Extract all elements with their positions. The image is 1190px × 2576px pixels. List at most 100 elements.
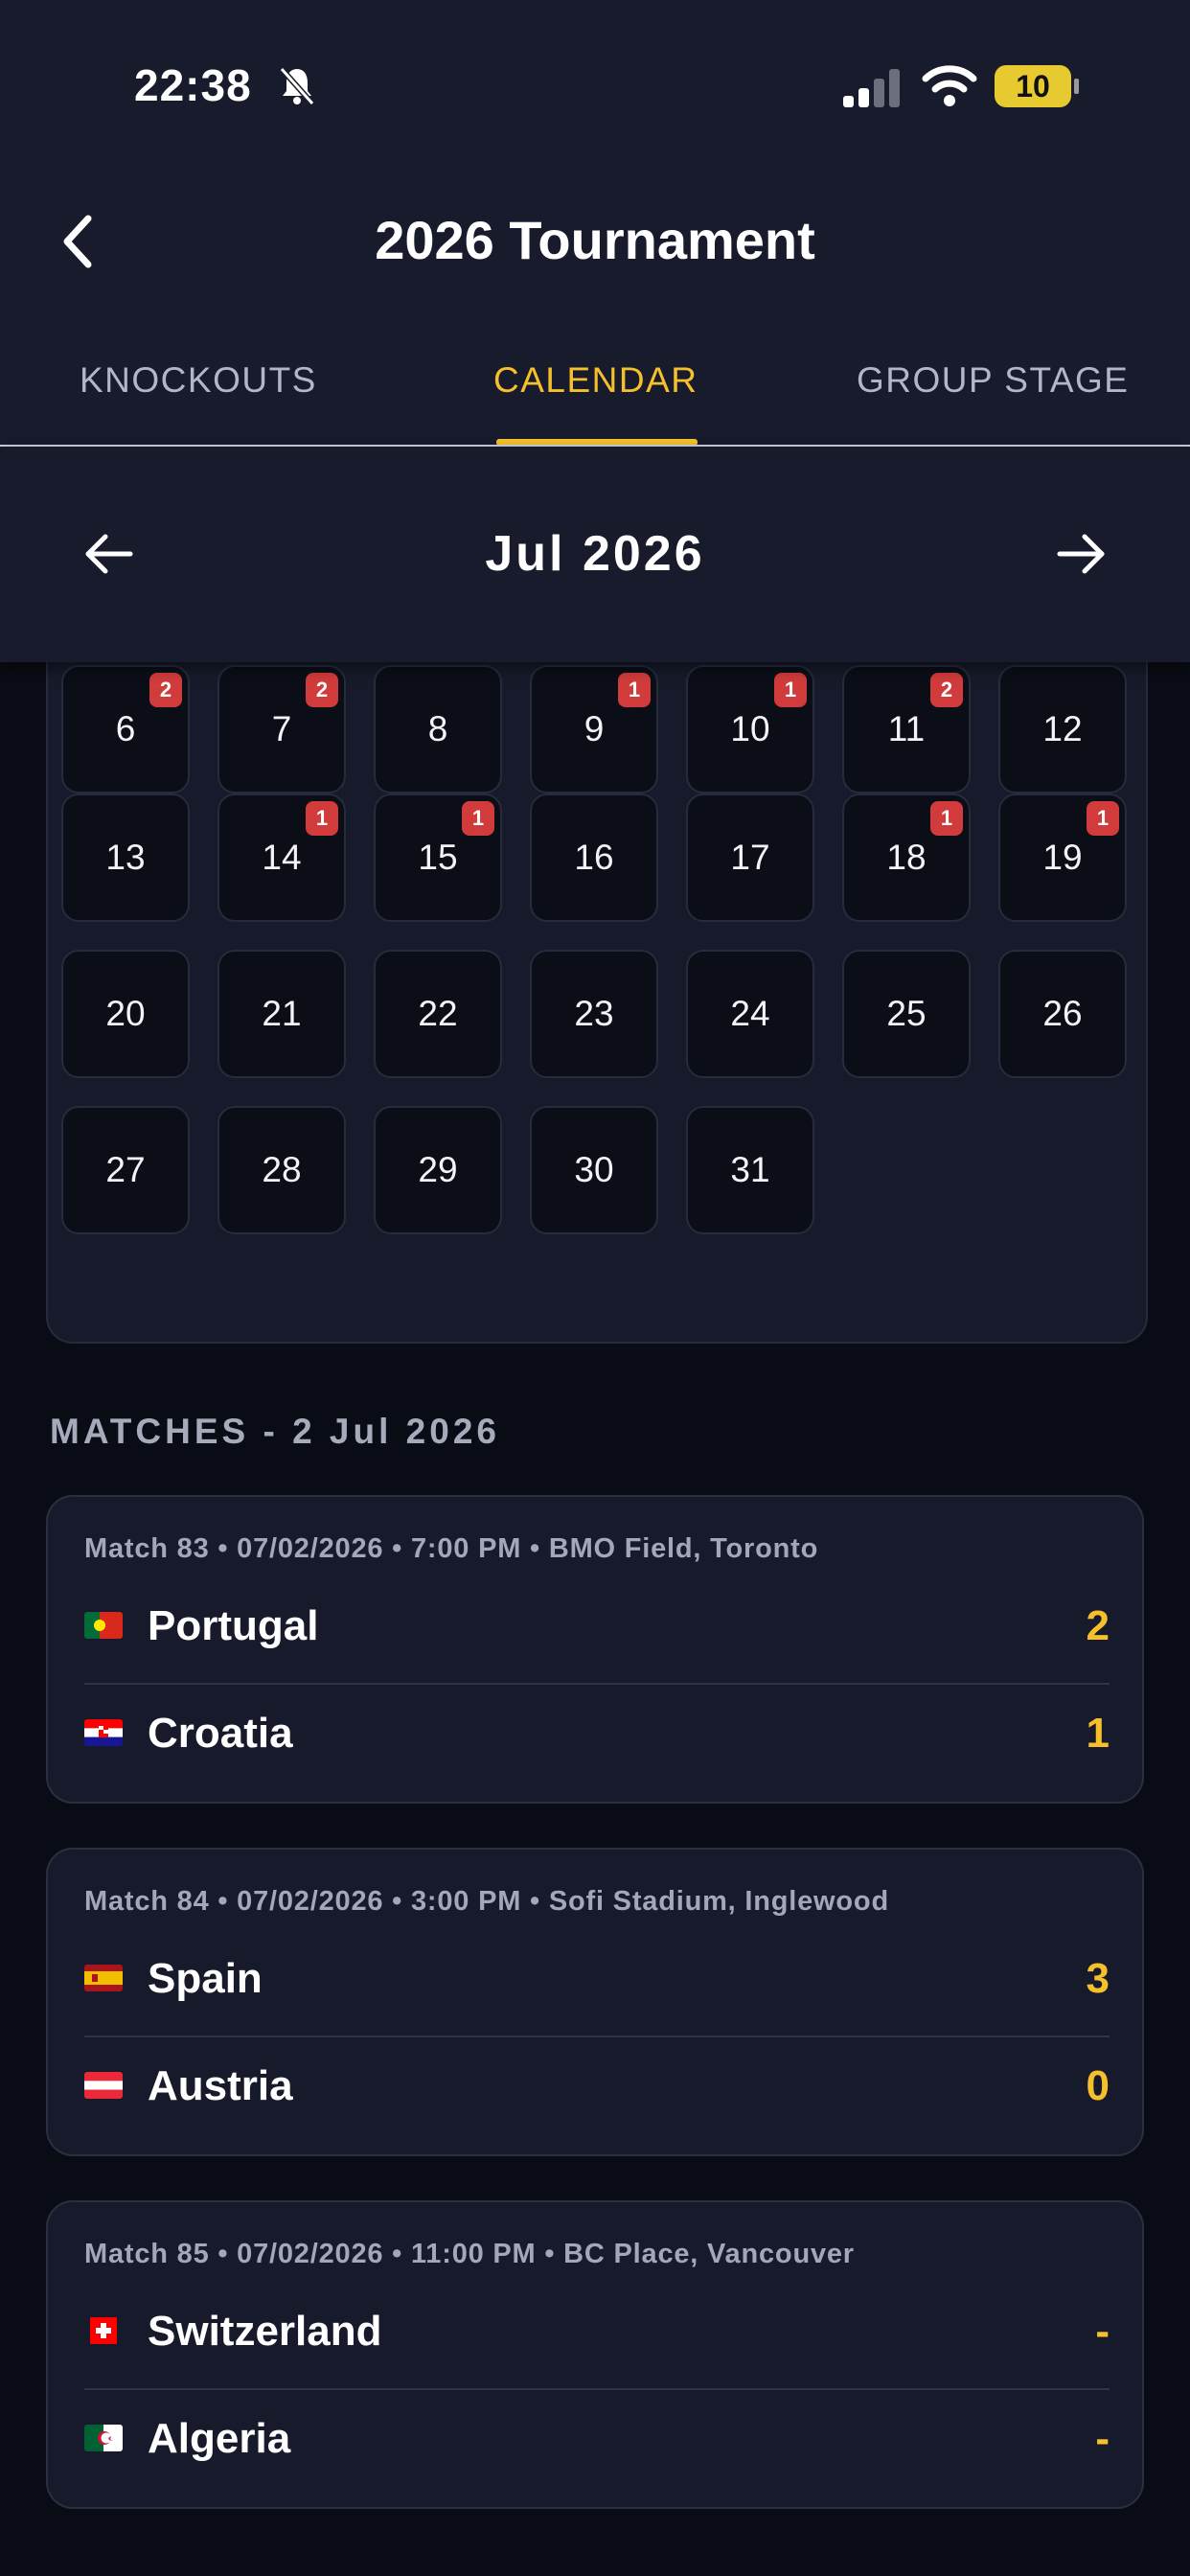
battery-level: 10 [1016,68,1050,104]
calendar-day[interactable]: 19 1 [998,794,1127,922]
calendar-day[interactable]: 30 [530,1106,658,1234]
match-count-badge: 1 [618,673,651,707]
match-count-badge: 1 [774,673,807,707]
team-row: Switzerland - [84,2290,1110,2377]
croatia-flag-icon [84,1719,123,1746]
team-name: Switzerland [148,2308,382,2355]
tab-knockouts[interactable]: KNOCKOUTS [80,360,317,401]
team-score: - [1095,2308,1110,2355]
day-number: 27 [105,1150,146,1189]
calendar-day[interactable]: 28 [217,1106,346,1234]
team-name: Austria [148,2062,293,2109]
team-score: 0 [1086,2062,1110,2109]
cellular-signal-icon [843,67,903,107]
row-divider [84,1683,1110,1685]
day-number: 26 [1042,994,1083,1033]
match-count-badge: 2 [306,673,338,707]
team-row: Croatia 1 [84,1692,1110,1779]
calendar-day[interactable]: 14 1 [217,794,346,922]
austria-flag-icon [84,2072,123,2099]
day-number: 9 [584,709,605,748]
match-card[interactable]: Match 84 • 07/02/2026 • 3:00 PM • Sofi S… [46,1848,1144,2156]
calendar-day[interactable]: 10 1 [686,665,814,794]
tab-calendar[interactable]: CALENDAR [493,360,698,401]
matches-heading: MATCHES - 2 Jul 2026 [50,1412,500,1451]
status-time: 22:38 [134,60,252,110]
algeria-flag-icon [84,2425,123,2451]
calendar-day[interactable]: 16 [530,794,658,922]
match-card[interactable]: Match 85 • 07/02/2026 • 11:00 PM • BC Pl… [46,2200,1144,2509]
day-number: 8 [427,709,448,748]
wifi-icon [922,65,977,106]
switzerland-flag-icon [90,2317,117,2344]
tab-label: KNOCKOUTS [80,360,317,400]
month-selector: Jul 2026 [0,447,1190,662]
calendar-day[interactable]: 31 [686,1106,814,1234]
team-score: - [1095,2415,1110,2462]
calendar-day[interactable]: 15 1 [374,794,502,922]
team-row: Algeria - [84,2398,1110,2484]
calendar-day[interactable]: 17 [686,794,814,922]
team-name: Croatia [148,1710,293,1757]
day-number: 22 [418,994,458,1033]
day-number: 25 [886,994,927,1033]
match-count-badge: 1 [930,801,963,836]
day-number: 13 [105,838,146,877]
spain-flag-icon [84,1965,123,1991]
day-number: 23 [574,994,614,1033]
arrow-right-icon[interactable] [1052,525,1110,583]
day-number: 14 [262,838,302,877]
calendar-day[interactable]: 27 [61,1106,190,1234]
calendar-day[interactable]: 8 [374,665,502,794]
day-number: 29 [418,1150,458,1189]
calendar-day[interactable]: 20 [61,950,190,1078]
calendar-day[interactable]: 13 [61,794,190,922]
battery-icon: 10 [995,65,1079,107]
day-number: 28 [262,1150,302,1189]
tab-label: CALENDAR [493,360,698,400]
match-meta: Match 83 • 07/02/2026 • 7:00 PM • BMO Fi… [84,1533,819,1564]
team-name: Spain [148,1955,263,2002]
portugal-flag-icon [84,1612,123,1639]
match-count-badge: 1 [306,801,338,836]
calendar-day[interactable]: 22 [374,950,502,1078]
team-name: Algeria [148,2415,291,2462]
calendar-day[interactable]: 62 [61,665,190,794]
day-number: 21 [262,994,302,1033]
day-number: 11 [887,709,926,748]
calendar-day[interactable]: 26 [998,950,1127,1078]
match-card[interactable]: Match 83 • 07/02/2026 • 7:00 PM • BMO Fi… [46,1495,1144,1804]
calendar-day[interactable]: 18 1 [842,794,971,922]
calendar-day[interactable]: 91 [530,665,658,794]
day-number: 10 [730,709,770,748]
calendar-day[interactable]: 72 [217,665,346,794]
day-number: 20 [105,994,146,1033]
row-divider [84,2388,1110,2390]
match-meta: Match 85 • 07/02/2026 • 11:00 PM • BC Pl… [84,2239,855,2269]
day-number: 15 [418,838,458,877]
match-count-badge: 2 [930,673,963,707]
day-number: 31 [730,1150,770,1189]
calendar-day[interactable]: 25 [842,950,971,1078]
calendar-day[interactable]: 21 [217,950,346,1078]
calendar-day[interactable]: 23 [530,950,658,1078]
team-name: Portugal [148,1602,319,1649]
day-number: 7 [271,709,292,748]
day-number: 6 [115,709,136,748]
calendar-day[interactable]: 24 [686,950,814,1078]
day-number: 17 [730,838,770,877]
match-count-badge: 1 [1087,801,1119,836]
team-score: 1 [1086,1710,1110,1757]
tab-group-stage[interactable]: GROUP STAGE [857,360,1129,401]
bell-slash-icon [279,67,315,105]
day-number: 16 [574,838,614,877]
calendar-card: 62 72 8 91 10 1 11 2 12 13 14 1 15 1 16 17 1… [46,575,1148,1344]
team-score: 3 [1086,1955,1110,2002]
app-header: 22:38 10 2026 Tournament KNOCKOUTS CALEN… [0,0,1190,447]
calendar-day[interactable]: 29 [374,1106,502,1234]
calendar-day[interactable]: 11 2 [842,665,971,794]
calendar-day[interactable]: 12 [998,665,1127,794]
team-score: 2 [1086,1602,1110,1649]
day-number: 30 [574,1150,614,1189]
match-count-badge: 1 [462,801,494,836]
